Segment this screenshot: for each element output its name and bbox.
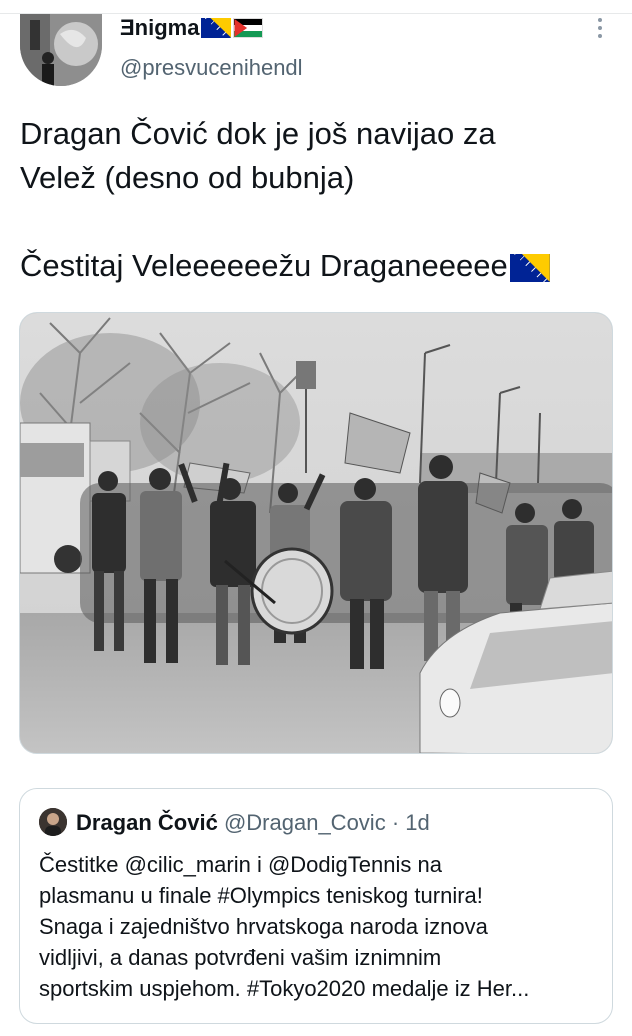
crowd-photo-image [20,313,612,753]
author-display-name[interactable]: Ǝnigma [120,14,264,42]
tweet-photo[interactable] [19,312,613,754]
quoted-author-handle[interactable]: @Dragan_Covic [224,810,386,835]
quoted-text-line: plasmanu u finale #Olympics teniskog tur… [39,883,483,908]
author-avatar[interactable] [20,14,102,86]
author-handle[interactable]: @presvucenihendl [120,54,303,82]
bosnia-flag-icon [509,253,550,282]
quoted-text-line: sportskim uspjehom. #Tokyo2020 medalje i… [39,976,530,1001]
quoted-text: Čestitke @cilic_marin i @DodigTennis na … [39,849,605,1004]
tweet-text-line: Čestitaj Veleeeeeežu Draganeeeee [20,244,620,288]
palestine-flag-icon [233,18,264,38]
quoted-header: Dragan Čović @Dragan_Covic · 1d [76,808,430,838]
top-divider [0,0,632,14]
quoted-separator: · [391,810,400,835]
bosnia-flag-icon [201,18,232,38]
quoted-text-line: Čestitke @cilic_marin i @DodigTennis na [39,852,442,877]
quoted-text-line: vidljivi, a danas potvrđeni vašim iznimn… [39,945,442,970]
more-vertical-icon[interactable] [588,16,612,40]
tweet-text-line: Velež (desno od bubnja) [20,160,355,195]
tweet-text: Dragan Čović dok je još navijao za Velež… [20,112,620,288]
quoted-text-line: Snaga i zajedništvo hrvatskoga naroda iz… [39,914,488,939]
quoted-author-avatar[interactable] [39,808,67,836]
quoted-tweet[interactable]: Dragan Čović @Dragan_Covic · 1d Čestitke… [19,788,613,1024]
tweet-text-line: Dragan Čović dok je još navijao za [20,116,496,151]
quoted-timestamp[interactable]: 1d [405,810,429,835]
tweet-text-line-3: Čestitaj Veleeeeeežu Draganeeeee [20,248,508,283]
display-name-text: Ǝnigma [120,15,200,40]
quoted-author-name[interactable]: Dragan Čović [76,810,218,835]
